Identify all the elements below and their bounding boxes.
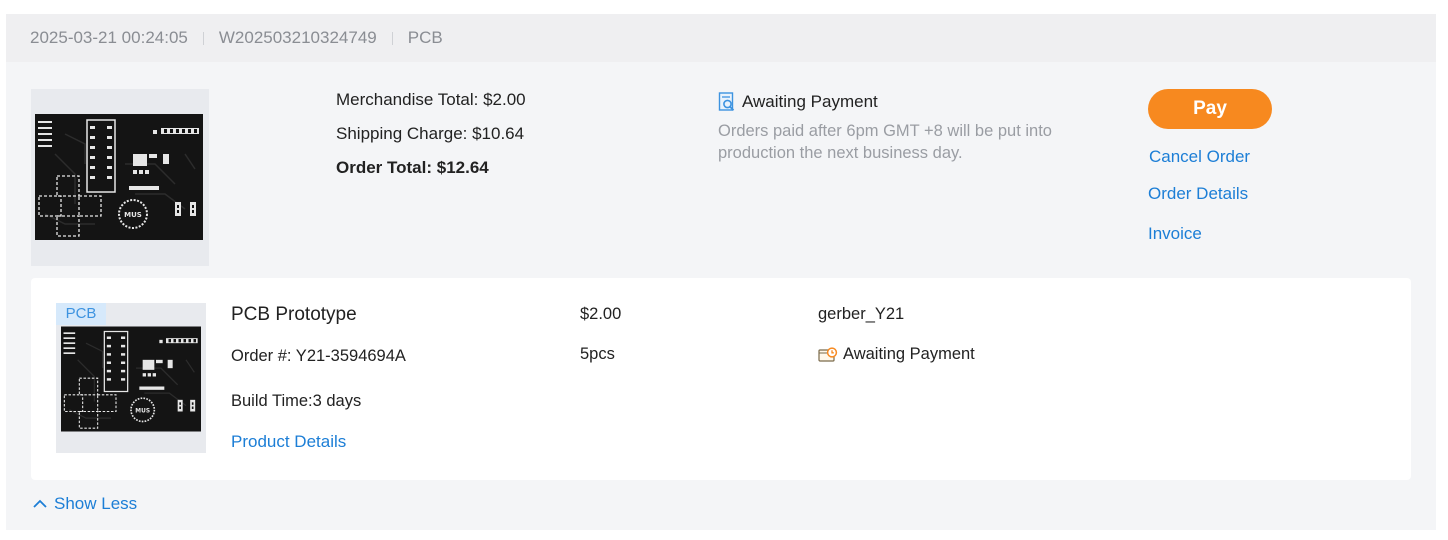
divider	[202, 31, 204, 45]
merchandise-total: Merchandise Total: $2.00	[336, 90, 526, 109]
pay-button[interactable]: Pay	[1148, 89, 1272, 129]
gerber-file-name: gerber_Y21	[818, 305, 905, 323]
item-order-number: Order #: Y21-3594694A	[231, 347, 406, 365]
wallet-clock-icon	[818, 346, 838, 362]
order-status-block: Awaiting Payment Orders paid after 6pm G…	[718, 90, 1058, 164]
product-details-link[interactable]: Product Details	[231, 432, 346, 452]
pcb-image	[61, 326, 201, 432]
chevron-up-icon	[33, 499, 47, 508]
item-quantity: 5pcs	[580, 345, 615, 363]
show-less-label: Show Less	[54, 494, 138, 513]
order-id: W202503210324749	[218, 28, 377, 47]
order-actions: Pay Cancel Order Order Details Invoice	[1148, 89, 1272, 243]
production-note: Orders paid after 6pm GMT +8 will be put…	[718, 122, 1052, 162]
order-category: PCB	[407, 28, 443, 47]
cancel-order-link[interactable]: Cancel Order	[1149, 147, 1250, 167]
order-details-link[interactable]: Order Details	[1148, 184, 1248, 204]
pcb-image	[35, 114, 203, 240]
item-status: Awaiting Payment	[818, 345, 975, 364]
order-total: Order Total: $12.64	[336, 158, 489, 177]
order-date: 2025-03-21 00:24:05	[30, 28, 188, 47]
show-less-toggle[interactable]: Show Less	[32, 494, 137, 514]
divider	[391, 31, 393, 45]
item-status-text: Awaiting Payment	[843, 345, 975, 363]
category-tag: PCB	[56, 303, 106, 325]
order-header: 2025-03-21 00:24:05 W202503210324749 PCB	[6, 14, 1436, 62]
item-price: $2.00	[580, 305, 622, 323]
shipping-charge: Shipping Charge: $10.64	[336, 124, 525, 143]
item-thumbnail[interactable]: PCB	[56, 303, 206, 453]
product-title: PCB Prototype	[231, 304, 357, 325]
order-totals: Merchandise Total: $2.00 Shipping Charge…	[336, 90, 526, 192]
order-thumbnail	[31, 89, 209, 266]
order-status: Awaiting Payment	[718, 90, 1058, 114]
order-card: 2025-03-21 00:24:05 W202503210324749 PCB…	[6, 14, 1436, 530]
document-search-icon	[718, 92, 735, 111]
invoice-link[interactable]: Invoice	[1148, 224, 1202, 244]
build-time: Build Time:3 days	[231, 392, 362, 410]
order-status-text: Awaiting Payment	[742, 92, 878, 111]
order-item: PCB PCB Prototype Order #: Y21-3594694A …	[31, 278, 1411, 480]
